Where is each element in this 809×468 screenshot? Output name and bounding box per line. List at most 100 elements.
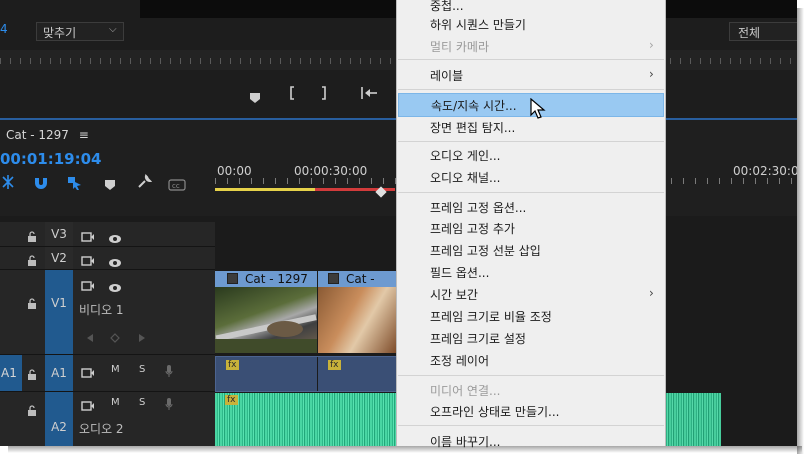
submenu-arrow-icon: › xyxy=(649,38,654,52)
microphone-icon[interactable] xyxy=(165,363,173,382)
menu-item-link-media[interactable]: 미디어 연결... xyxy=(397,379,665,401)
prev-keyframe-icon[interactable] xyxy=(86,328,94,347)
track-label-v1: V1 xyxy=(51,296,67,310)
nest-toggle-button[interactable] xyxy=(0,174,16,194)
track-name-a2: 오디오 2 xyxy=(79,422,124,436)
fx-badge-icon xyxy=(328,273,339,284)
add-marker-button[interactable] xyxy=(249,89,261,108)
clip-edit-point[interactable] xyxy=(317,357,318,391)
mark-out-button[interactable] xyxy=(320,86,328,103)
track-target-v3[interactable]: V3 xyxy=(45,222,73,246)
menu-separator xyxy=(398,141,664,142)
menu-item-adjustment-layer[interactable]: 조정 레이어 xyxy=(397,349,665,371)
lock-icon[interactable] xyxy=(27,228,37,247)
menu-item-scale-to-frame-size[interactable]: 프레임 크기로 비율 조정 xyxy=(397,305,665,327)
lock-icon[interactable] xyxy=(27,295,37,314)
timeline-marker-button[interactable] xyxy=(104,176,116,195)
sequence-tab[interactable]: Cat - 1297 ≡ xyxy=(6,128,89,142)
toggle-sync-lock-icon[interactable] xyxy=(81,397,95,416)
mouse-cursor-icon xyxy=(530,97,546,124)
timeline-settings-button[interactable] xyxy=(136,174,153,194)
source-patch-a1[interactable]: A1 xyxy=(0,355,22,391)
track-target-a2[interactable]: A2 xyxy=(45,392,73,446)
ruler-label-2m30s: 00:02:30:00 xyxy=(733,164,797,178)
menu-item-label[interactable]: 레이블 › xyxy=(397,64,665,86)
next-keyframe-icon[interactable] xyxy=(138,328,146,347)
sequence-name: Cat - 1297 xyxy=(6,128,69,142)
lock-icon[interactable] xyxy=(27,252,37,271)
menu-item-audio-gain[interactable]: 오디오 게인... xyxy=(397,144,665,166)
menu-item-add-frame-hold[interactable]: 프레임 고정 추가 xyxy=(397,217,665,239)
resolution-dropdown[interactable]: 전체 xyxy=(729,22,797,41)
lock-icon[interactable] xyxy=(27,402,37,421)
eye-icon[interactable] xyxy=(108,278,122,297)
menu-item-make-offline[interactable]: 오프라인 상태로 만들기... xyxy=(397,400,665,422)
toggle-sync-lock-icon[interactable] xyxy=(81,364,95,383)
menu-separator xyxy=(398,375,664,376)
solo-button[interactable]: S xyxy=(139,397,145,408)
svg-text:cc: cc xyxy=(172,182,180,190)
nest-icon xyxy=(2,175,14,189)
captions-icon: cc xyxy=(168,179,186,191)
eye-icon[interactable] xyxy=(108,229,122,248)
audio-clip-a2-right[interactable] xyxy=(664,393,721,446)
track-header-v1: V1 비디오 1 xyxy=(0,270,215,355)
audio-clip-a2[interactable]: fx xyxy=(215,393,396,446)
submenu-arrow-icon: › xyxy=(649,67,654,81)
menu-item-audio-channels[interactable]: 오디오 채널... xyxy=(397,166,665,188)
mark-in-icon xyxy=(290,86,294,100)
menu-item-make-subsequence[interactable]: 하위 시퀀스 만들기 xyxy=(397,13,665,35)
render-bar xyxy=(215,188,395,191)
menu-item-multicamera[interactable]: 멀티 카메라 › xyxy=(397,35,665,57)
audio-clip-a1[interactable]: fx fx xyxy=(215,356,398,392)
marker-icon xyxy=(105,180,115,190)
mark-out-icon xyxy=(322,86,326,100)
menu-separator xyxy=(398,425,664,426)
window-shadow xyxy=(797,8,804,454)
track-target-v1[interactable]: V1 xyxy=(45,270,73,354)
track-target-a1[interactable]: A1 xyxy=(45,355,73,391)
mute-button[interactable]: M xyxy=(111,397,120,408)
menu-item-frame-hold-options[interactable]: 프레임 고정 옵션... xyxy=(397,196,665,218)
toggle-sync-lock-icon[interactable] xyxy=(81,228,95,247)
toggle-sync-lock-icon[interactable] xyxy=(81,277,95,296)
solo-button[interactable]: S xyxy=(139,364,145,375)
microphone-icon[interactable] xyxy=(165,396,173,415)
mark-in-button[interactable] xyxy=(288,86,296,103)
track-label-a2: A2 xyxy=(51,420,67,434)
clip-header: Cat - xyxy=(318,271,396,287)
panel-menu-icon[interactable]: ≡ xyxy=(79,128,89,142)
captions-button[interactable]: cc xyxy=(168,176,186,195)
mute-button[interactable]: M xyxy=(111,364,120,375)
video-clip-2[interactable]: Cat - xyxy=(318,271,396,353)
magnet-icon xyxy=(35,178,47,189)
go-to-in-button[interactable] xyxy=(360,86,378,103)
menu-separator xyxy=(398,192,664,193)
linked-selection-icon xyxy=(68,177,81,190)
linked-selection-button[interactable] xyxy=(67,175,83,194)
video-clip-1[interactable]: Cat - 1297 xyxy=(215,271,317,353)
playhead-timecode[interactable]: 00:01:19:04 xyxy=(0,150,102,168)
add-keyframe-icon[interactable] xyxy=(110,328,120,347)
toggle-sync-lock-icon[interactable] xyxy=(81,252,95,271)
ruler-label-start: 00:00 xyxy=(217,164,252,178)
submenu-arrow-icon: › xyxy=(649,286,654,300)
track-header-a1: A1 A1 M S xyxy=(0,355,215,392)
menu-item-field-options[interactable]: 필드 옵션... xyxy=(397,261,665,283)
clip-context-menu: 중첩... 하위 시퀀스 만들기 멀티 카메라 › 레이블 › 속도/지속 시간..… xyxy=(396,0,666,449)
fit-zoom-value: 맞추기 xyxy=(43,26,77,40)
window-shadow xyxy=(8,446,802,453)
ruler-label-30s: 00:00:30:00 xyxy=(294,164,368,178)
fx-badge: fx xyxy=(226,360,239,370)
track-target-v2[interactable]: V2 xyxy=(45,247,73,269)
fit-zoom-dropdown[interactable]: 맞추기 ⌵ xyxy=(36,22,124,41)
menu-separator xyxy=(398,89,664,90)
track-label-a1: A1 xyxy=(51,366,67,380)
lock-icon[interactable] xyxy=(27,366,37,385)
fx-badge-icon xyxy=(227,273,238,284)
menu-item-set-to-frame-size[interactable]: 프레임 크기로 설정 xyxy=(397,327,665,349)
snap-button[interactable] xyxy=(33,175,49,194)
menu-item-insert-frame-hold-segment[interactable]: 프레임 고정 선분 삽입 xyxy=(397,239,665,261)
menu-item-time-interpolation[interactable]: 시간 보간 › xyxy=(397,283,665,305)
track-header-v3: V3 xyxy=(0,222,215,247)
